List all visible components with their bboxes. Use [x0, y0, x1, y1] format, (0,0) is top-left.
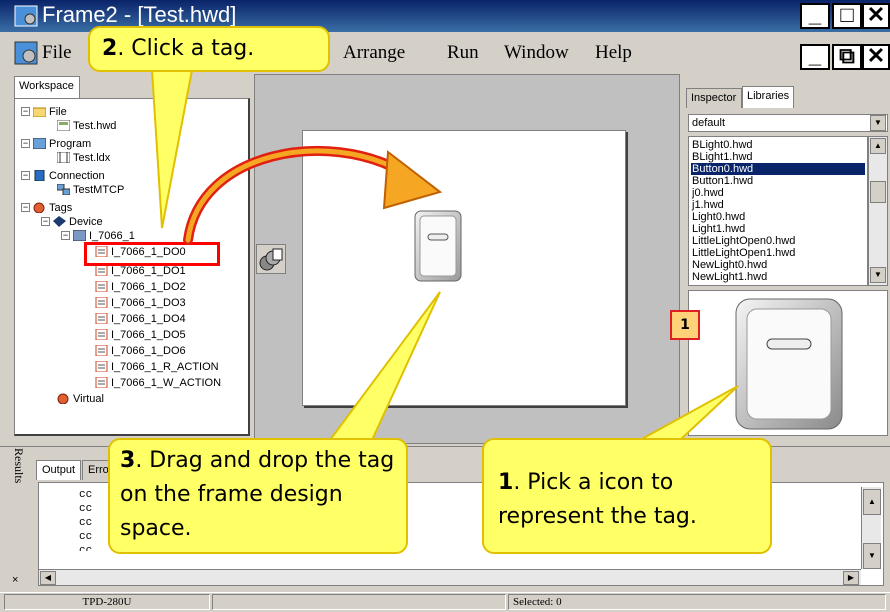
callout-step-3: 3. Drag and drop the tag on the frame de… — [108, 438, 408, 554]
callout-step-2: 2. Click a tag. — [88, 26, 330, 72]
callout-tail — [328, 291, 441, 441]
callout-number: 2 — [102, 36, 118, 61]
arrow-head-icon — [382, 150, 443, 210]
drag-arrow-inner — [185, 148, 405, 243]
callout-text: . Drag and drop the tag on the frame des… — [120, 448, 395, 541]
callout-step-1: 1. Pick a icon to represent the tag. — [482, 438, 772, 554]
callout-tail — [150, 69, 194, 229]
callout-number: 1 — [498, 470, 514, 495]
callout-number: 3 — [120, 448, 136, 473]
callout-text: . Pick a icon to represent the tag. — [498, 470, 697, 529]
drag-arrow — [183, 145, 407, 245]
callout-tail — [639, 385, 739, 441]
callout-text: . Click a tag. — [117, 36, 255, 61]
step-badge: 1 — [670, 310, 700, 340]
